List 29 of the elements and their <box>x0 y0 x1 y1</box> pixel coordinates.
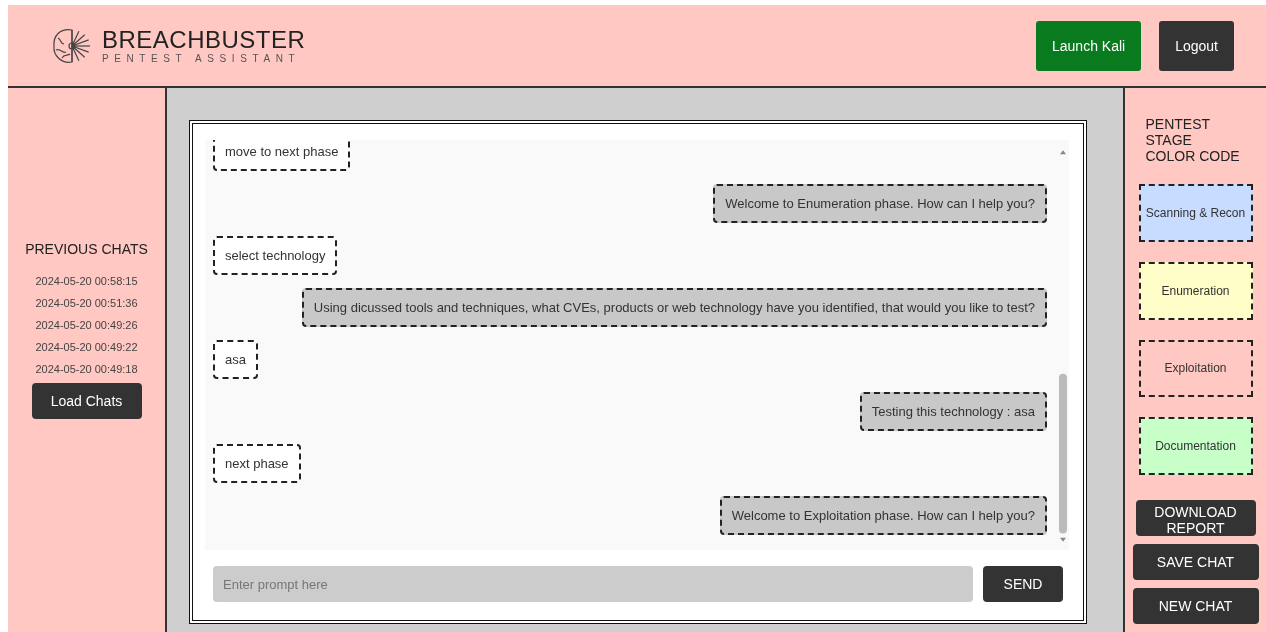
load-chats-button[interactable]: Load Chats <box>31 383 142 419</box>
prompt-input[interactable]: Enter prompt here <box>213 566 973 602</box>
new-chat-button[interactable]: NEW CHAT <box>1132 588 1259 624</box>
bot-message: Welcome to Enumeration phase. How can I help you? <box>713 184 1047 223</box>
app-subtitle: PENTEST ASSISTANT <box>102 53 302 64</box>
download-report-button[interactable]: DOWNLOAD REPORT <box>1135 500 1256 536</box>
stage-legend-item: Documentation <box>1138 417 1253 476</box>
save-chat-button[interactable]: SAVE CHAT <box>1132 544 1259 580</box>
legend-heading: PENTEST STAGE COLOR CODE <box>1145 116 1241 164</box>
bot-message: Welcome to Exploitation phase. How can I help you? <box>719 496 1047 535</box>
send-button[interactable]: SEND <box>983 566 1063 602</box>
user-message: next phase <box>213 444 301 483</box>
chat-history-item[interactable]: 2024-05-20 00:49:22 <box>35 341 138 353</box>
sidebar-heading: PREVIOUS CHATS <box>25 241 148 257</box>
user-message: select technology <box>213 236 338 275</box>
user-message: asa <box>213 340 258 379</box>
stage-legend-item: Enumeration <box>1138 261 1253 320</box>
bot-message: Testing this technology : asa <box>859 392 1047 431</box>
logout-button[interactable]: Logout <box>1159 20 1234 71</box>
user-message: move to next phase <box>213 140 351 171</box>
stage-legend-item: Exploitation <box>1138 339 1253 398</box>
app-title: BREACHBUSTER <box>102 27 306 53</box>
chat-history-item[interactable]: 2024-05-20 00:49:18 <box>35 363 138 375</box>
chat-history-item[interactable]: 2024-05-20 00:49:26 <box>35 319 138 331</box>
chat-history-item[interactable]: 2024-05-20 00:51:36 <box>35 297 138 309</box>
bot-message: Using dicussed tools and techniques, what CVEs, products or web technology have you identified, that would you like to test? <box>301 288 1047 327</box>
launch-button[interactable]: Launch Kali <box>1036 20 1142 71</box>
stage-legend-item: Scanning & Recon <box>1138 184 1253 242</box>
chat-history-item[interactable]: 2024-05-20 00:58:15 <box>35 275 138 287</box>
